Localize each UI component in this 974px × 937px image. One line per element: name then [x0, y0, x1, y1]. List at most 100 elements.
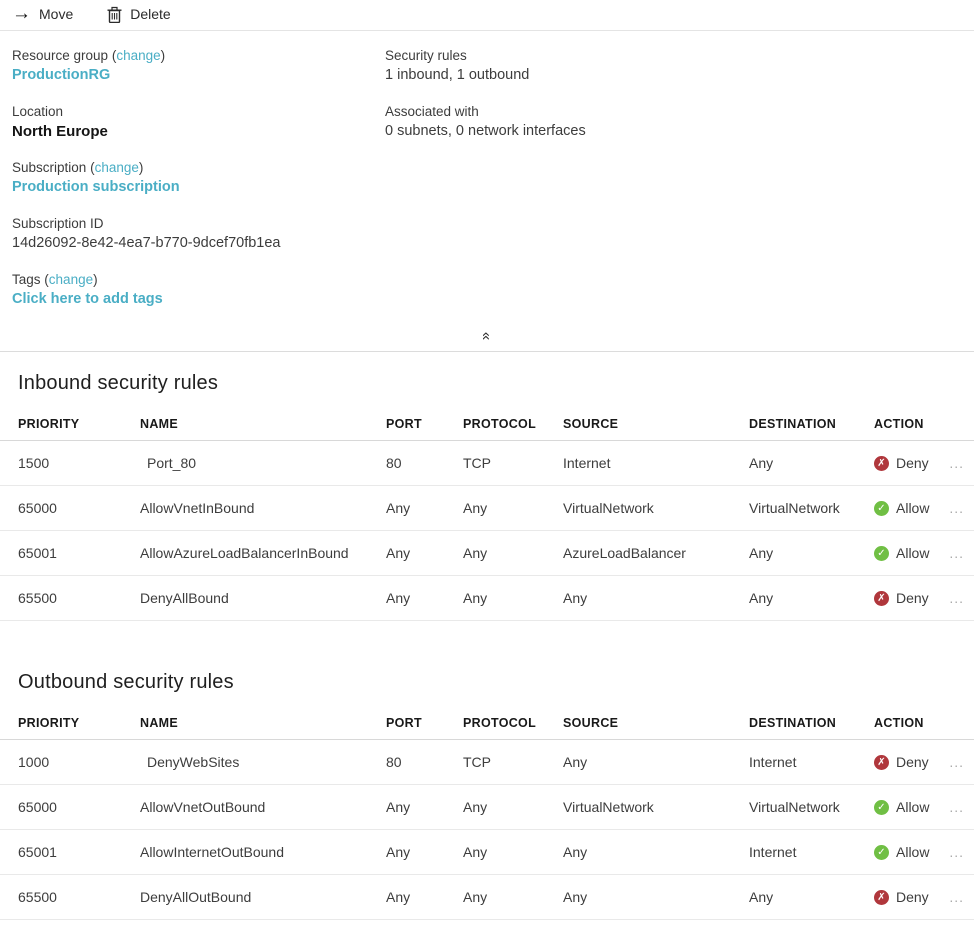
subscription-change-link[interactable]: change [95, 160, 139, 175]
cell-port: Any [386, 799, 411, 815]
col-port: PORT [386, 416, 422, 431]
cell-source: Any [563, 889, 588, 905]
table-row[interactable]: 65000 AllowVnetOutBound Any Any VirtualN… [0, 785, 974, 830]
row-context-menu-button[interactable]: ... [949, 545, 964, 561]
col-protocol: PROTOCOL [463, 416, 537, 431]
x-circle-icon [874, 455, 889, 471]
cell-priority: 65500 [18, 889, 57, 905]
cell-protocol: Any [463, 799, 488, 815]
row-context-menu-button[interactable]: ... [949, 844, 964, 860]
subscription-id-field: Subscription ID 14d26092-8e42-4ea7-b770-… [12, 215, 385, 253]
security-rules-value: 1 inbound, 1 outbound [385, 67, 530, 83]
cell-action: Deny ... [874, 455, 974, 471]
cell-port: 80 [386, 455, 402, 471]
col-action: ACTION [874, 416, 924, 431]
cell-name: DenyAllBound [140, 590, 229, 606]
associated-with-label: Associated with [385, 104, 479, 119]
security-rules-field: Security rules 1 inbound, 1 outbound [385, 47, 974, 85]
essentials-panel: Resource group (change) ProductionRG Loc… [0, 31, 974, 327]
check-circle-icon [874, 545, 889, 561]
row-context-menu-button[interactable]: ... [949, 889, 964, 905]
inbound-rules-table: PRIORITY NAME PORT PROTOCOL SOURCE DESTI… [0, 407, 974, 621]
location-value: North Europe [12, 123, 108, 140]
inbound-table-header: PRIORITY NAME PORT PROTOCOL SOURCE DESTI… [0, 407, 974, 441]
col-destination: DESTINATION [749, 715, 837, 730]
cell-priority: 65001 [18, 545, 57, 561]
cell-action: Deny ... [874, 889, 974, 905]
col-source: SOURCE [563, 416, 619, 431]
tags-change-link[interactable]: change [49, 272, 93, 287]
cell-protocol: Any [463, 500, 488, 516]
resource-group-change-link[interactable]: change [116, 48, 160, 63]
double-chevron-up-icon[interactable]: « [479, 332, 496, 339]
action-label: Deny [896, 455, 929, 471]
col-name: NAME [140, 416, 179, 431]
location-field: Location North Europe [12, 103, 385, 141]
cell-name: Port_80 [147, 455, 197, 471]
subscription-id-value: 14d26092-8e42-4ea7-b770-9dcef70fb1ea [12, 235, 281, 251]
cell-action: Allow ... [874, 844, 974, 860]
cell-priority: 1000 [18, 754, 50, 770]
table-row[interactable]: 1000 DenyWebSites 80 TCP Any Internet De… [0, 740, 974, 785]
action-label: Allow [896, 545, 930, 561]
row-context-menu-button[interactable]: ... [949, 500, 964, 516]
table-row[interactable]: 65500 DenyAllOutBound Any Any Any Any De… [0, 875, 974, 920]
cell-source: Any [563, 754, 588, 770]
cell-source: VirtualNetwork [563, 799, 654, 815]
add-tags-link[interactable]: Click here to add tags [12, 290, 385, 309]
cell-priority: 65000 [18, 799, 57, 815]
cell-action: Allow ... [874, 799, 974, 815]
cell-source: VirtualNetwork [563, 500, 654, 516]
arrow-right-icon: → [12, 3, 31, 24]
cell-name: AllowInternetOutBound [140, 844, 284, 860]
tags-label: Tags (change) [12, 272, 98, 287]
delete-button[interactable]: Delete [107, 6, 171, 23]
resource-group-field: Resource group (change) ProductionRG [12, 47, 385, 85]
table-row[interactable]: 1500 Port_80 80 TCP Internet Any Deny ..… [0, 441, 974, 486]
row-context-menu-button[interactable]: ... [949, 455, 964, 471]
cell-source: Any [563, 844, 588, 860]
action-label: Deny [896, 754, 929, 770]
cell-priority: 65000 [18, 500, 57, 516]
row-context-menu-button[interactable]: ... [949, 590, 964, 606]
check-circle-icon [874, 844, 889, 860]
col-priority: PRIORITY [18, 715, 80, 730]
cell-destination: VirtualNetwork [749, 799, 840, 815]
cell-destination: Any [749, 889, 774, 905]
row-context-menu-button[interactable]: ... [949, 754, 964, 770]
col-action: ACTION [874, 715, 924, 730]
essentials-right-column: Security rules 1 inbound, 1 outbound Ass… [385, 47, 974, 327]
subscription-field: Subscription (change) Production subscri… [12, 159, 385, 197]
cell-protocol: Any [463, 545, 488, 561]
cell-destination: Any [749, 455, 774, 471]
cell-destination: Internet [749, 754, 797, 770]
table-row[interactable]: 65001 AllowInternetOutBound Any Any Any … [0, 830, 974, 875]
cell-port: 80 [386, 754, 402, 770]
table-row[interactable]: 65500 DenyAllBound Any Any Any Any Deny … [0, 576, 974, 621]
cell-name: DenyAllOutBound [140, 889, 252, 905]
x-circle-icon [874, 889, 889, 905]
move-button[interactable]: → Move [12, 3, 73, 24]
cell-source: Internet [563, 455, 611, 471]
cell-destination: VirtualNetwork [749, 500, 840, 516]
x-circle-icon [874, 754, 889, 770]
cell-priority: 1500 [18, 455, 50, 471]
cell-protocol: Any [463, 590, 488, 606]
essentials-left-column: Resource group (change) ProductionRG Loc… [12, 47, 385, 327]
row-context-menu-button[interactable]: ... [949, 799, 964, 815]
subscription-id-label: Subscription ID [12, 216, 104, 231]
security-rules-label: Security rules [385, 48, 467, 63]
cell-protocol: TCP [463, 455, 491, 471]
inbound-section-title: Inbound security rules [18, 372, 219, 394]
cell-action: Allow ... [874, 545, 974, 561]
table-row[interactable]: 65000 AllowVnetInBound Any Any VirtualNe… [0, 486, 974, 531]
subscription-link[interactable]: Production subscription [12, 178, 385, 197]
col-port: PORT [386, 715, 422, 730]
cell-protocol: Any [463, 844, 488, 860]
table-row[interactable]: 65001 AllowAzureLoadBalancerInBound Any … [0, 531, 974, 576]
tags-field: Tags (change) Click here to add tags [12, 271, 385, 309]
resource-group-link[interactable]: ProductionRG [12, 66, 385, 85]
location-label: Location [12, 104, 64, 119]
action-label: Allow [896, 500, 930, 516]
cell-destination: Internet [749, 844, 797, 860]
